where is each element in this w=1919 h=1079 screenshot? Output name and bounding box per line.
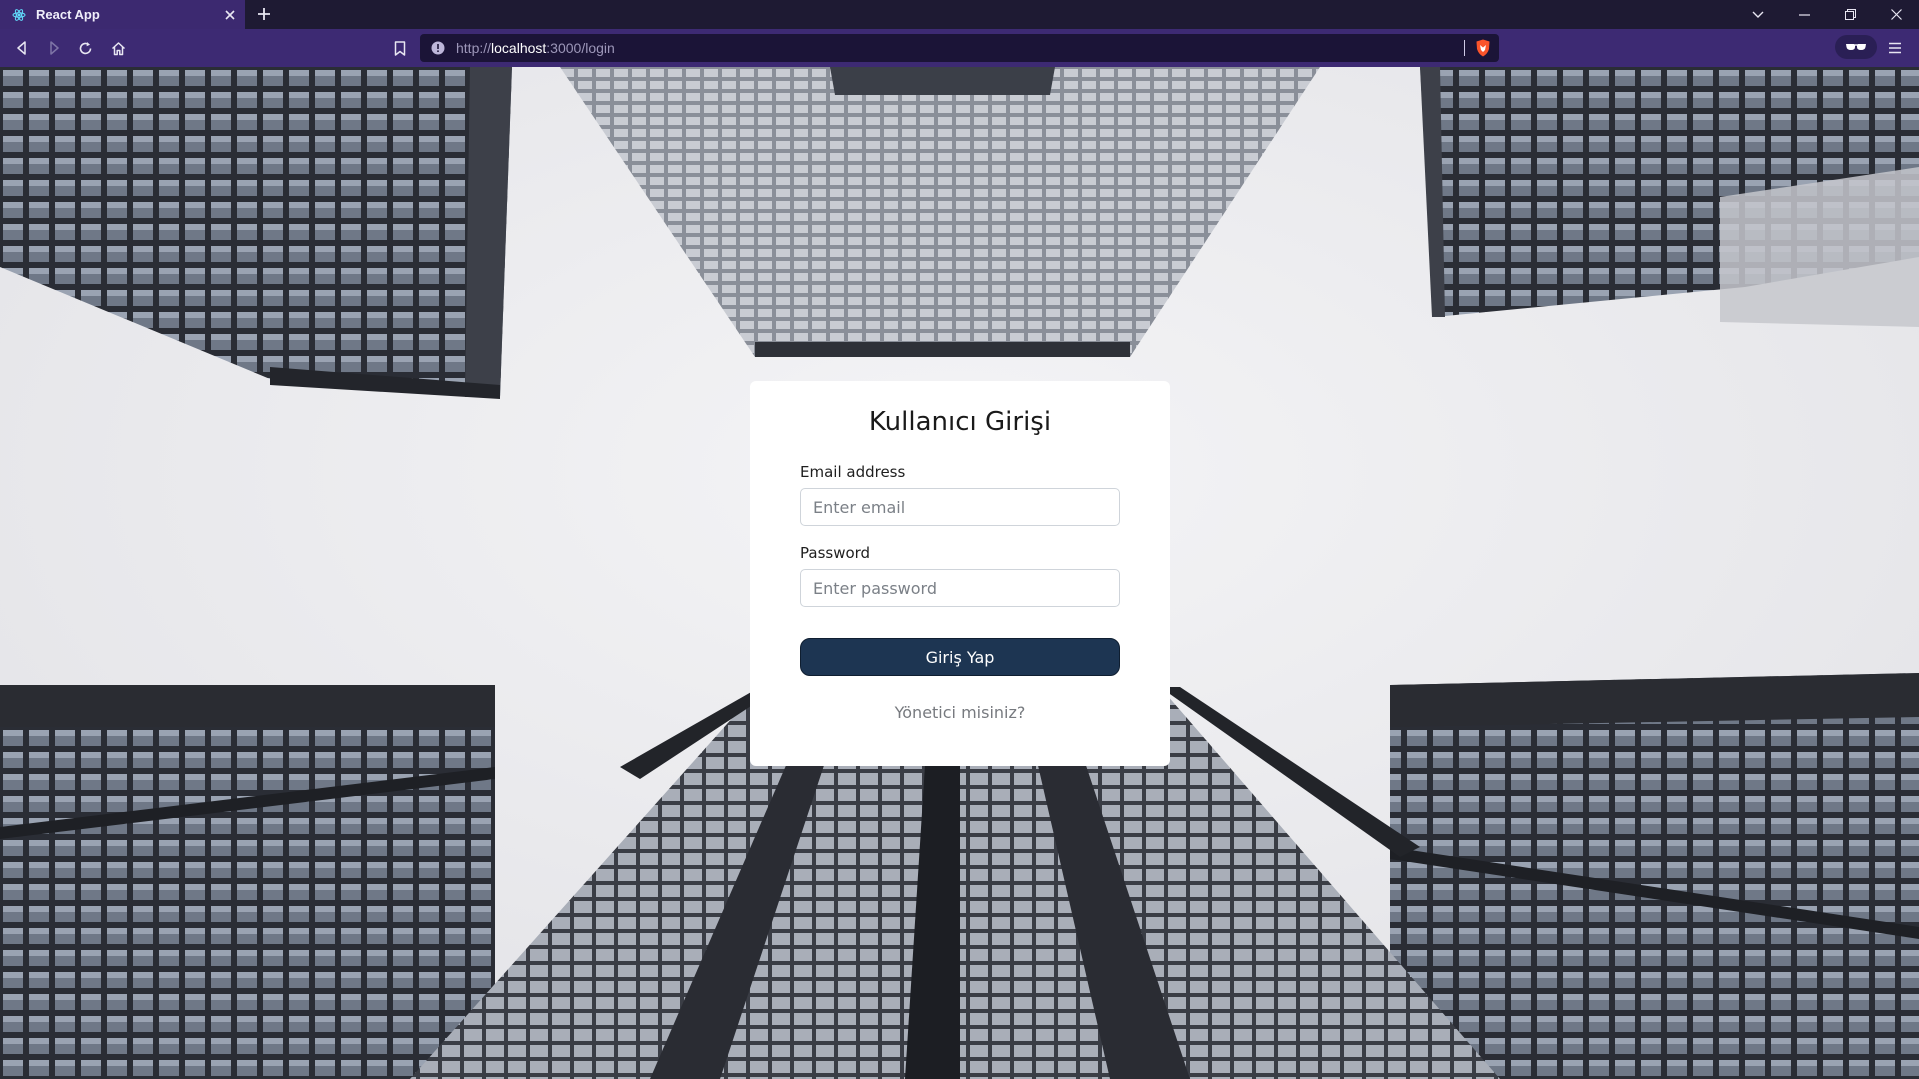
url-divider [1464, 40, 1465, 56]
back-button[interactable] [10, 36, 34, 60]
window-controls [1735, 0, 1919, 29]
minimize-button[interactable] [1781, 0, 1827, 29]
reload-icon [79, 41, 91, 54]
new-tab-button[interactable] [252, 2, 276, 26]
wallet-icon [1846, 44, 1866, 50]
url-path: :3000/login [546, 40, 615, 56]
close-window-button[interactable] [1873, 0, 1919, 29]
wallet-button[interactable] [1835, 35, 1877, 59]
address-bar[interactable]: http://localhost:3000/login [420, 34, 1499, 62]
url-text[interactable]: http://localhost:3000/login [456, 40, 615, 56]
tab-bar: React App [0, 0, 1919, 29]
home-button[interactable] [106, 36, 130, 60]
email-field[interactable] [800, 488, 1120, 526]
password-label: Password [800, 544, 871, 562]
url-host: localhost [491, 40, 547, 56]
forward-button[interactable] [42, 36, 66, 60]
info-icon[interactable] [430, 40, 446, 56]
home-icon [111, 41, 125, 55]
minimize-icon [1798, 13, 1810, 16]
email-label: Email address [800, 463, 906, 481]
brave-shield-icon[interactable] [1473, 38, 1493, 58]
restore-button[interactable] [1827, 0, 1873, 29]
login-card: Kullanıcı Girişi Email address Password … [750, 381, 1170, 766]
password-field[interactable] [800, 569, 1120, 607]
bookmark-icon [394, 40, 406, 56]
back-arrow-icon [17, 41, 26, 55]
close-icon [1890, 9, 1902, 20]
tab-react-app[interactable]: React App [0, 0, 245, 29]
tab-title: React App [36, 7, 100, 22]
page-viewport: Kullanıcı Girişi Email address Password … [0, 67, 1919, 1079]
browser-toolbar: http://localhost:3000/login [0, 29, 1919, 67]
tab-list-button[interactable] [1735, 0, 1781, 29]
reload-button[interactable] [73, 36, 97, 60]
react-icon [12, 8, 26, 22]
plus-icon [258, 8, 270, 20]
restore-icon [1844, 9, 1856, 20]
close-icon[interactable] [219, 4, 241, 26]
forward-arrow-icon [50, 41, 59, 55]
chevron-down-icon [1752, 11, 1764, 18]
bookmark-button[interactable] [388, 36, 412, 60]
admin-login-link[interactable]: Yönetici misiniz? [800, 703, 1120, 722]
login-title: Kullanıcı Girişi [868, 407, 1052, 437]
hamburger-menu-icon[interactable] [1883, 36, 1907, 60]
login-submit-button[interactable]: Giriş Yap [800, 638, 1120, 676]
url-scheme: http:// [456, 40, 492, 56]
